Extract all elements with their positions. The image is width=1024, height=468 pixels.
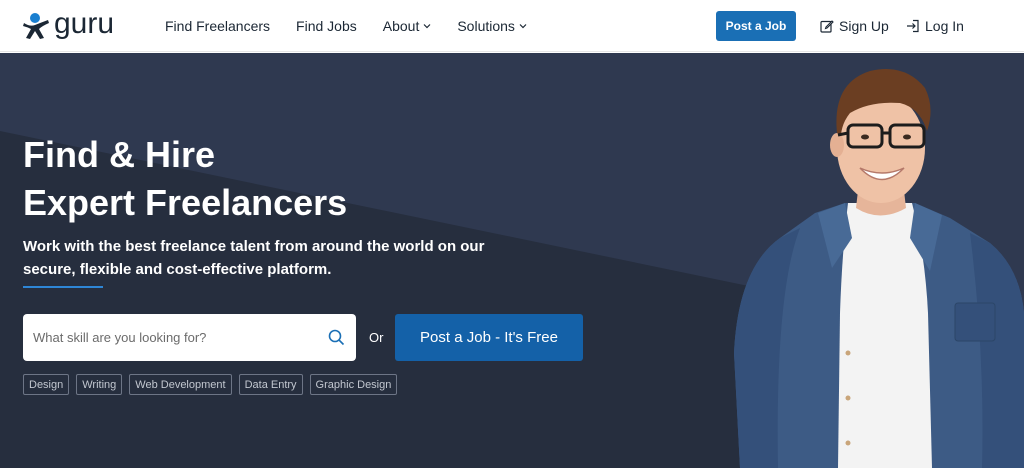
chevron-down-icon bbox=[519, 24, 527, 29]
guru-logo-icon bbox=[23, 13, 49, 39]
search-icon[interactable] bbox=[328, 329, 345, 346]
guru-logo[interactable]: guru bbox=[22, 7, 132, 42]
nav-find-jobs[interactable]: Find Jobs bbox=[296, 18, 357, 34]
tag-writing[interactable]: Writing bbox=[76, 374, 123, 395]
nav-about[interactable]: About bbox=[383, 18, 432, 34]
accent-divider bbox=[23, 286, 103, 288]
sign-up-link[interactable]: Sign Up bbox=[820, 0, 889, 52]
sign-up-label: Sign Up bbox=[839, 18, 889, 34]
nav-find-jobs-label: Find Jobs bbox=[296, 18, 357, 34]
hero-person-photo bbox=[734, 69, 1024, 468]
nav-about-label: About bbox=[382, 18, 420, 34]
login-icon bbox=[907, 19, 919, 33]
popular-skill-tags: Design Writing Web Development Data Entr… bbox=[23, 374, 404, 395]
tag-web-development[interactable]: Web Development bbox=[129, 374, 232, 395]
post-job-free-button[interactable]: Post a Job - It's Free bbox=[395, 314, 583, 361]
tag-design[interactable]: Design bbox=[23, 374, 70, 395]
chevron-down-icon bbox=[423, 24, 431, 29]
hero-headline-line1: Find & Hire bbox=[23, 134, 216, 175]
skill-search-box bbox=[23, 314, 356, 361]
nav-find-freelancers[interactable]: Find Freelancers bbox=[165, 18, 270, 34]
edit-icon bbox=[820, 20, 834, 33]
nav-solutions[interactable]: Solutions bbox=[457, 18, 527, 34]
post-job-button[interactable]: Post a Job bbox=[716, 11, 796, 41]
top-navbar: guru Find Freelancers Find Jobs About So… bbox=[0, 0, 1024, 52]
tag-graphic-design[interactable]: Graphic Design bbox=[309, 374, 398, 395]
hero-section: Find & Hire Expert Freelancers Work with… bbox=[0, 53, 1024, 468]
hero-subtitle: Work with the best freelance talent from… bbox=[23, 238, 485, 278]
log-in-link[interactable]: Log In bbox=[906, 0, 964, 52]
nav-solutions-label: Solutions bbox=[457, 18, 515, 34]
or-separator: Or bbox=[369, 330, 384, 345]
log-in-label: Log In bbox=[925, 18, 964, 34]
logo-text: guru bbox=[54, 7, 115, 40]
nav-find-freelancers-label: Find Freelancers bbox=[165, 18, 271, 34]
primary-nav: Find Freelancers Find Jobs About Solutio… bbox=[165, 0, 553, 52]
tag-data-entry[interactable]: Data Entry bbox=[238, 374, 303, 395]
skill-search-input[interactable] bbox=[23, 317, 313, 358]
hero-headline-line2: Expert Freelancers bbox=[23, 182, 348, 223]
